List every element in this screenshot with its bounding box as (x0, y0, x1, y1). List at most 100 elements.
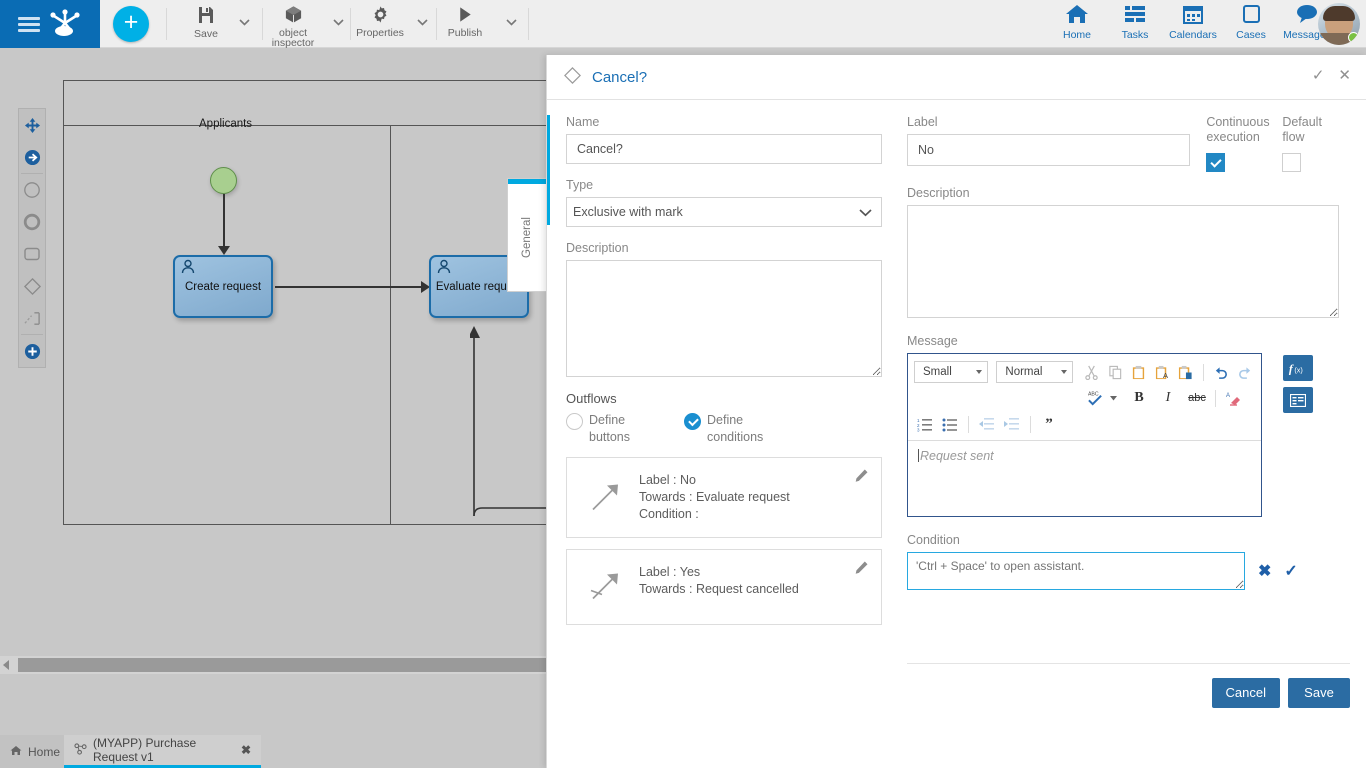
indent-icon[interactable] (1001, 413, 1023, 435)
font-size-select[interactable]: Small (914, 361, 988, 383)
bonita-logo-icon[interactable] (48, 9, 82, 39)
process-icon (74, 743, 87, 758)
hamburger-icon[interactable] (18, 17, 40, 32)
gateway-diamond-icon[interactable] (19, 270, 45, 302)
copy-icon[interactable] (1105, 361, 1125, 383)
chevron-down-icon (1061, 370, 1067, 374)
outflow-card[interactable]: Label : Yes Towards : Request cancelled (566, 549, 882, 625)
add-element-icon[interactable] (19, 335, 45, 367)
accept-check-icon[interactable]: ✓ (1284, 561, 1297, 581)
nav-tasks[interactable]: Tasks (1106, 3, 1164, 47)
right-description-label: Description (907, 186, 1339, 200)
default-flow-checkbox[interactable] (1282, 153, 1301, 172)
label-input[interactable] (907, 134, 1190, 166)
end-event-circle-icon[interactable] (19, 206, 45, 238)
bottom-tab-purchase-request[interactable]: (MYAPP) Purchase Request v1 ✖ (64, 735, 261, 768)
dialog-left-column: Name Type Exclusive with mark Descriptio… (566, 115, 882, 625)
description-textarea[interactable] (566, 260, 882, 377)
save-dropdown-caret[interactable] (236, 14, 252, 30)
start-event[interactable] (210, 167, 237, 194)
paste-as-text-icon[interactable]: A (1152, 361, 1172, 383)
task-rectangle-icon[interactable] (19, 238, 45, 270)
avatar[interactable] (1318, 3, 1360, 45)
dialog-accent-bar (547, 115, 550, 225)
task-create-request[interactable]: Create request (173, 255, 273, 318)
message-bubble-icon (1295, 3, 1319, 28)
redo-icon[interactable] (1235, 361, 1255, 383)
paragraph-format-select[interactable]: Normal (996, 361, 1072, 383)
outflows-label: Outflows (566, 391, 882, 406)
scrollbar-thumb[interactable] (18, 658, 546, 672)
save-button[interactable]: Save (1288, 678, 1350, 708)
message-rich-text-editor[interactable]: Small Normal (907, 353, 1262, 517)
publish-button[interactable]: Publish (440, 2, 490, 46)
spellcheck-icon[interactable]: ABC (1084, 387, 1106, 409)
blockquote-icon[interactable]: ” (1038, 413, 1060, 435)
check-icon[interactable]: ✓ (1312, 68, 1325, 84)
editor-toolbar-row-3: 123 ” (914, 411, 1255, 437)
condition-textarea[interactable] (907, 552, 1245, 590)
play-icon (455, 5, 475, 27)
tasks-icon (1123, 3, 1147, 28)
properties-button[interactable]: Properties (352, 2, 408, 46)
bottom-tab-home[interactable]: Home (0, 735, 64, 768)
connector-arrow-icon[interactable] (19, 141, 45, 173)
italic-icon[interactable]: I (1157, 387, 1179, 409)
pencil-icon[interactable] (854, 468, 869, 486)
chevron-down-icon (976, 370, 982, 374)
radio-define-conditions[interactable]: Define conditions (684, 412, 780, 446)
remove-format-icon[interactable]: A (1223, 387, 1245, 409)
outdent-icon[interactable] (976, 413, 998, 435)
radio-define-buttons[interactable]: Define buttons (566, 412, 662, 446)
nav-calendars[interactable]: Calendars (1164, 3, 1222, 47)
continuous-execution-checkbox[interactable] (1206, 153, 1225, 172)
right-description-textarea[interactable] (907, 205, 1339, 318)
bold-icon[interactable]: B (1128, 387, 1150, 409)
add-button[interactable]: + (113, 6, 149, 42)
default-flow-arrow-icon (589, 569, 623, 606)
horizontal-scrollbar[interactable] (0, 656, 546, 674)
fx-expression-icon[interactable]: f(x) (1283, 355, 1313, 381)
nav-cases[interactable]: Cases (1222, 3, 1280, 47)
general-tab[interactable]: General (507, 178, 546, 292)
form-table-icon[interactable] (1283, 387, 1313, 413)
save-button[interactable]: Save (182, 2, 230, 46)
flow-connector (223, 194, 225, 248)
publish-dropdown-caret[interactable] (503, 14, 519, 30)
type-select[interactable]: Exclusive with mark (566, 197, 882, 227)
clear-x-icon[interactable]: ✖ (1258, 561, 1271, 581)
svg-text:(x): (x) (1294, 366, 1302, 375)
paste-from-word-icon[interactable] (1176, 361, 1196, 383)
undo-icon[interactable] (1211, 361, 1231, 383)
boundary-event-icon[interactable] (19, 302, 45, 334)
properties-dropdown-caret[interactable] (414, 14, 430, 30)
message-body-text: Request sent (920, 449, 994, 463)
process-diagram-canvas[interactable]: Applicants Create request Evaluate reque… (0, 48, 546, 738)
close-icon[interactable]: ✕ (1338, 68, 1351, 84)
nav-home[interactable]: Home (1048, 3, 1106, 47)
spellcheck-dropdown-caret[interactable] (1109, 387, 1118, 409)
general-tab-label: General (508, 188, 546, 288)
cut-icon[interactable] (1082, 361, 1102, 383)
element-palette[interactable] (18, 108, 46, 368)
outflow-label-line: Label : Yes (639, 564, 867, 581)
publish-label: Publish (448, 28, 482, 38)
pencil-icon[interactable] (854, 560, 869, 578)
scroll-left-arrow-icon[interactable] (3, 660, 9, 670)
bottom-tab-label: (MYAPP) Purchase Request v1 (93, 736, 235, 764)
object-inspector-dropdown-caret[interactable] (330, 14, 346, 30)
strikethrough-icon[interactable]: abc (1186, 387, 1208, 409)
move-tool-icon[interactable] (19, 109, 45, 141)
lane-title-applicants: Applicants (199, 118, 252, 130)
name-input[interactable] (566, 134, 882, 164)
editor-divider (1030, 416, 1031, 433)
paste-icon[interactable] (1129, 361, 1149, 383)
start-event-circle-icon[interactable] (19, 174, 45, 206)
outflow-card[interactable]: Label : No Towards : Evaluate request Co… (566, 457, 882, 538)
numbered-list-icon[interactable]: 123 (914, 413, 936, 435)
object-inspector-button[interactable]: object inspector (266, 2, 320, 46)
cancel-button[interactable]: Cancel (1212, 678, 1280, 708)
close-icon[interactable]: ✖ (241, 743, 251, 757)
bulleted-list-icon[interactable] (939, 413, 961, 435)
message-body-input[interactable]: Request sent (908, 441, 1261, 516)
